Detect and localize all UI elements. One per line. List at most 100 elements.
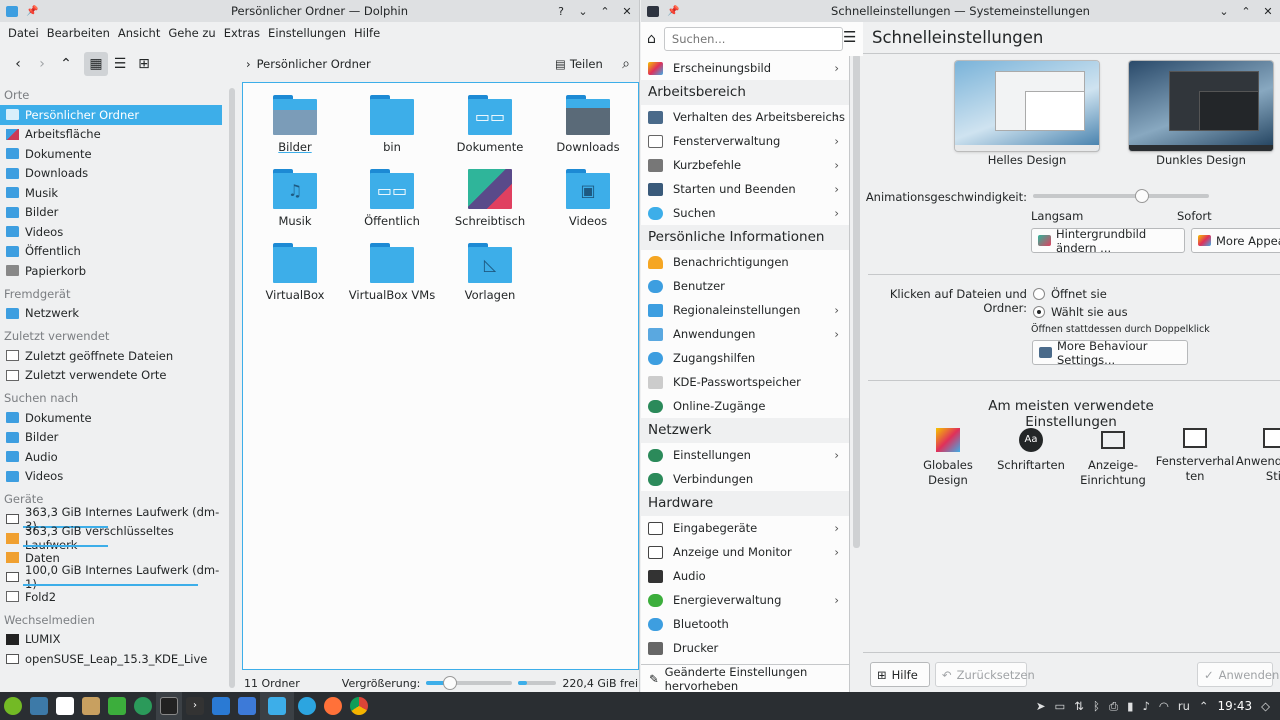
file-item[interactable]: VirtualBox VMs [343,243,441,302]
keyboard-layout[interactable]: ru [1178,699,1190,713]
change-wallpaper-button[interactable]: Hintergrundbild ändern ... [1031,227,1185,255]
sidebar-scrollbar[interactable] [853,54,860,548]
up-icon[interactable]: ⌃ [54,52,78,76]
back-icon[interactable]: ‹ [6,52,30,76]
removable-lumix[interactable]: LUMIX [0,630,228,650]
share-button[interactable]: ▤ Teilen [555,57,603,71]
compact-view-icon[interactable]: ⊞ [132,52,156,76]
most-used-display[interactable]: Anzeige-Einrichtung [1073,428,1153,488]
file-item[interactable]: ◺ Vorlagen [441,243,539,302]
task-discover[interactable] [130,692,156,720]
search-pictures[interactable]: Bilder [0,428,228,448]
close-button[interactable]: ✕ [621,5,633,18]
battery-icon[interactable]: ▮ [1127,699,1133,713]
sidebar-item-applications[interactable]: Anwendungen › [641,322,849,346]
file-item[interactable]: Downloads [539,95,637,154]
place-pictures[interactable]: Bilder [0,203,228,223]
task-firefox[interactable] [320,692,346,720]
place-recent-files[interactable]: Zuletzt geöffnete Dateien [0,346,228,366]
settings-app-icon[interactable] [647,5,659,17]
place-documents[interactable]: Dokumente [0,144,228,164]
dark-theme-thumbnail[interactable] [1129,61,1273,151]
dolphin-titlebar[interactable]: 📌 Persönlicher Ordner — Dolphin ? ⌄ ⌃ ✕ [0,0,639,22]
most-used-fonts[interactable]: Aa Schriftarten [991,428,1071,473]
icons-view-icon[interactable]: ▦ [84,52,108,76]
place-home[interactable]: Persönlicher Ordner [0,105,222,125]
task-writer[interactable] [234,692,260,720]
file-item[interactable]: ▭▭ Dokumente [441,95,539,154]
more-behaviour-button[interactable]: More Behaviour Settings... [1032,339,1188,367]
search-audio[interactable]: Audio [0,447,228,467]
most-used-global-theme[interactable]: Globales Design [908,428,988,488]
menu-datei[interactable]: Datei [4,26,43,40]
reset-button[interactable]: ↶ Zurücksetzen [935,662,1035,687]
volume-icon[interactable]: ♪ [1142,699,1149,713]
place-desktop[interactable]: Arbeitsfläche [0,125,228,145]
sidebar-item-kwallet[interactable]: KDE-Passwortspeicher [641,370,849,394]
help-button[interactable]: ? [555,5,567,18]
sync-icon[interactable]: ⇅ [1074,699,1084,713]
sidebar-item-notifications[interactable]: Benachrichtigungen [641,250,849,274]
task-files[interactable] [52,692,78,720]
bluetooth-icon[interactable]: ᛒ [1093,699,1100,713]
wifi-icon[interactable]: ◠ [1159,699,1169,713]
zoom-slider[interactable] [426,676,513,690]
place-recent-locations[interactable]: Zuletzt verwendete Orte [0,366,228,386]
close-button[interactable]: ✕ [1262,5,1274,18]
sidebar-item-accessibility[interactable]: Zugangshilfen [641,346,849,370]
task-chrome[interactable] [346,692,372,720]
sidebar-item-network-settings[interactable]: Einstellungen › [641,443,849,467]
breadcrumb-home[interactable]: Persönlicher Ordner [257,57,371,71]
sidebar-item-display[interactable]: Anzeige und Monitor › [641,540,849,564]
select-option[interactable]: Wählt sie aus [1033,305,1128,319]
clipboard-icon[interactable]: ▭ [1055,699,1066,713]
search-icon[interactable]: ⌕ [614,52,638,76]
sidebar-item-search[interactable]: Suchen › [641,201,849,225]
animation-speed-handle[interactable] [1135,189,1150,203]
task-spreadsheet[interactable] [104,692,130,720]
sidebar-item-users[interactable]: Benutzer [641,274,849,298]
sidebar-item-window-management[interactable]: Fensterverwaltung › [641,129,849,153]
printer-icon[interactable]: ⎙ [1109,699,1118,714]
light-theme-thumbnail[interactable] [955,61,1099,151]
app-launcher[interactable] [0,692,26,720]
sidebar-item-workspace-behavior[interactable]: Verhalten des Arbeitsbereichs › [641,105,849,129]
dolphin-app-icon[interactable] [6,5,18,17]
place-downloads[interactable]: Downloads [0,164,228,184]
select-radio[interactable] [1033,306,1045,318]
removable-opensuse[interactable]: openSUSE_Leap_15.3_KDE_Live [0,649,228,669]
open-radio[interactable] [1033,288,1045,300]
maximize-button[interactable]: ⌃ [599,5,611,18]
task-telegram[interactable] [294,692,320,720]
clock[interactable]: 19:43 [1218,699,1253,713]
file-item[interactable]: ▭▭ Öffentlich [343,169,441,228]
sidebar-item-input-devices[interactable]: Eingabegeräte › [641,516,849,540]
sidebar-item-appearance[interactable]: Erscheinungsbild › [641,56,849,80]
place-network[interactable]: Netzwerk [0,304,228,324]
details-view-icon[interactable]: ☰ [108,52,132,76]
sidebar-item-online-accounts[interactable]: Online-Zugänge [641,394,849,418]
place-videos[interactable]: Videos [0,222,228,242]
place-music[interactable]: Musik [0,183,228,203]
maximize-button[interactable]: ⌃ [1240,5,1252,18]
sidebar-item-printers[interactable]: Drucker [641,636,849,656]
device-encrypted[interactable]: 363,3 GiB verschlüsseltes Laufwerk [0,524,228,552]
search-documents[interactable]: Dokumente [0,408,228,428]
telegram-tray-icon[interactable]: ➤ [1036,699,1046,713]
sidebar-item-bluetooth[interactable]: Bluetooth [641,612,849,636]
most-used-app-style[interactable]: Anwendungs-Stil [1235,428,1280,484]
more-appearance-button[interactable]: More Appearance Settings... [1191,228,1280,253]
menu-gehe-zu[interactable]: Gehe zu [164,26,219,40]
menu-einstellungen[interactable]: Einstellungen [264,26,350,40]
pin-icon[interactable]: 📌 [26,6,38,17]
file-item[interactable]: Schreibtisch [441,169,539,228]
breadcrumb[interactable]: › Persönlicher Ordner [246,57,371,71]
device-dm1[interactable]: 100,0 GiB Internes Laufwerk (dm-1) [0,563,228,591]
pin-icon[interactable]: 📌 [667,6,679,17]
sidebar-item-connections[interactable]: Verbindungen [641,467,849,491]
menu-extras[interactable]: Extras [220,26,264,40]
task-terminal[interactable]: › [182,692,208,720]
show-desktop-icon[interactable]: ◇ [1261,699,1270,713]
help-button[interactable]: ⊞ Hilfe [870,662,930,687]
file-view[interactable]: Bilder bin ▭▭ Dokumente Downloads ♫ Musi… [242,82,639,670]
